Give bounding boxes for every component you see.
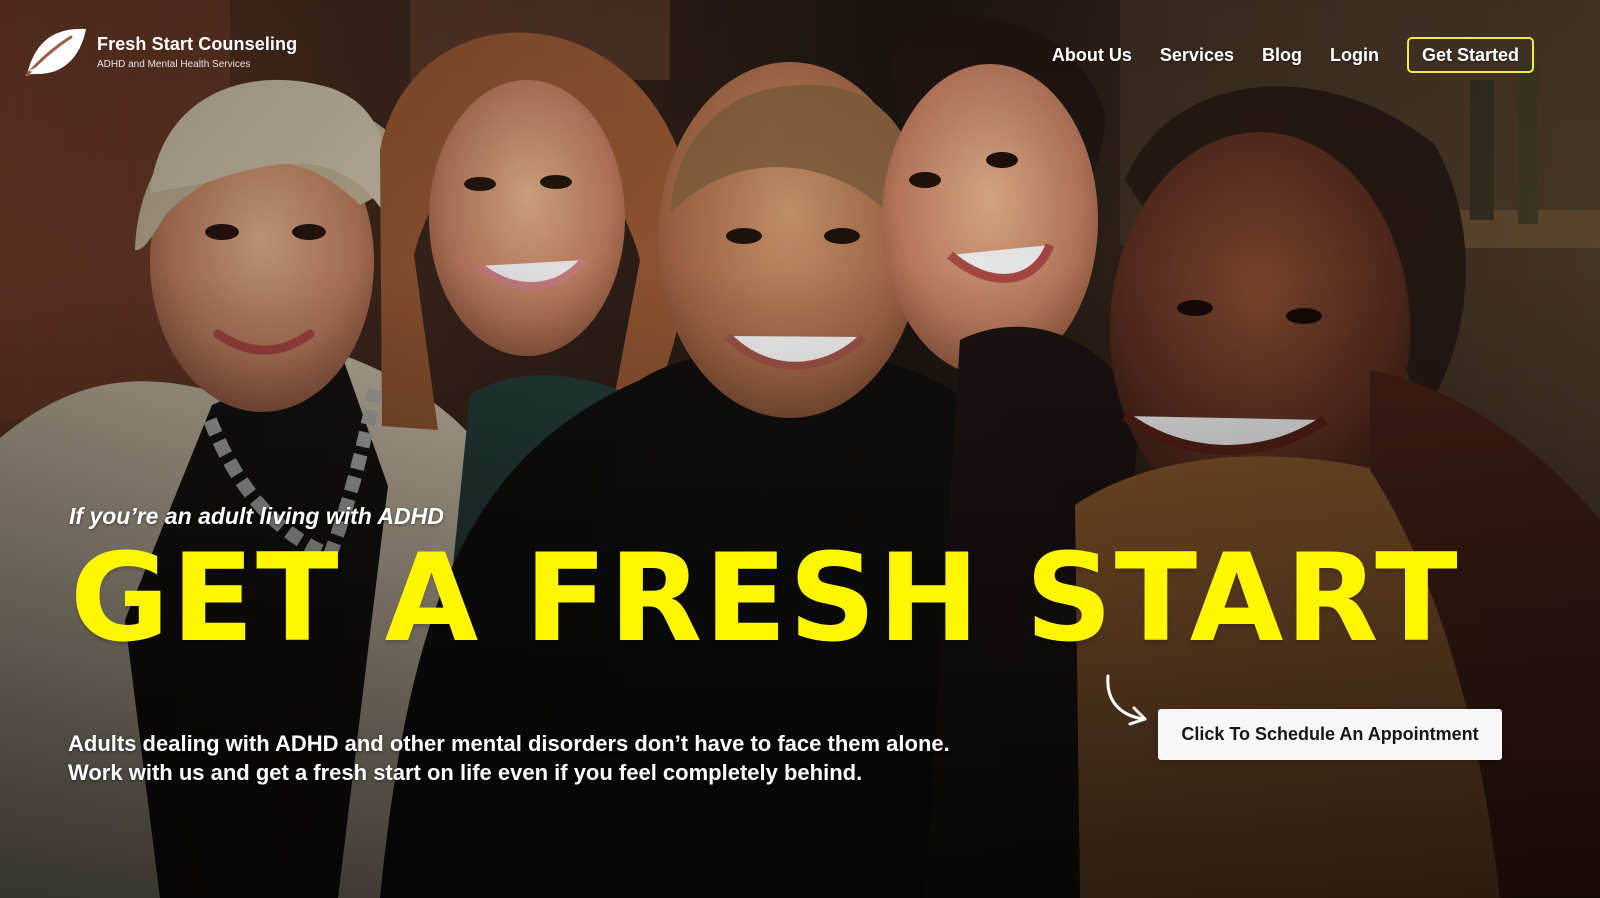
hero-headline: GET A FRESH START bbox=[70, 528, 1460, 669]
curved-arrow-icon bbox=[1106, 674, 1147, 726]
hero-section: Fresh Start Counseling ADHD and Mental H… bbox=[0, 0, 1600, 898]
main-navigation: About Us Services Blog Login Get Started bbox=[1052, 36, 1534, 74]
hero-description: Adults dealing with ADHD and other menta… bbox=[68, 729, 1018, 787]
nav-login[interactable]: Login bbox=[1330, 46, 1379, 64]
hero-description-line-1: Adults dealing with ADHD and other menta… bbox=[68, 731, 950, 756]
nav-services[interactable]: Services bbox=[1160, 46, 1234, 64]
logo-text: Fresh Start Counseling ADHD and Mental H… bbox=[97, 35, 297, 70]
hero-description-line-2: Work with us and get a fresh start on li… bbox=[68, 760, 863, 785]
nav-about-us[interactable]: About Us bbox=[1052, 46, 1132, 64]
leaf-logo-icon bbox=[25, 28, 86, 77]
brand-tagline: ADHD and Mental Health Services bbox=[97, 58, 251, 70]
hero-eyebrow: If you’re an adult living with ADHD bbox=[69, 503, 444, 529]
schedule-appointment-button[interactable]: Click To Schedule An Appointment bbox=[1158, 709, 1502, 760]
site-logo[interactable]: Fresh Start Counseling ADHD and Mental H… bbox=[22, 24, 322, 80]
brand-name: Fresh Start Counseling bbox=[97, 33, 298, 54]
get-started-button[interactable]: Get Started bbox=[1406, 37, 1534, 73]
nav-blog[interactable]: Blog bbox=[1262, 46, 1302, 64]
